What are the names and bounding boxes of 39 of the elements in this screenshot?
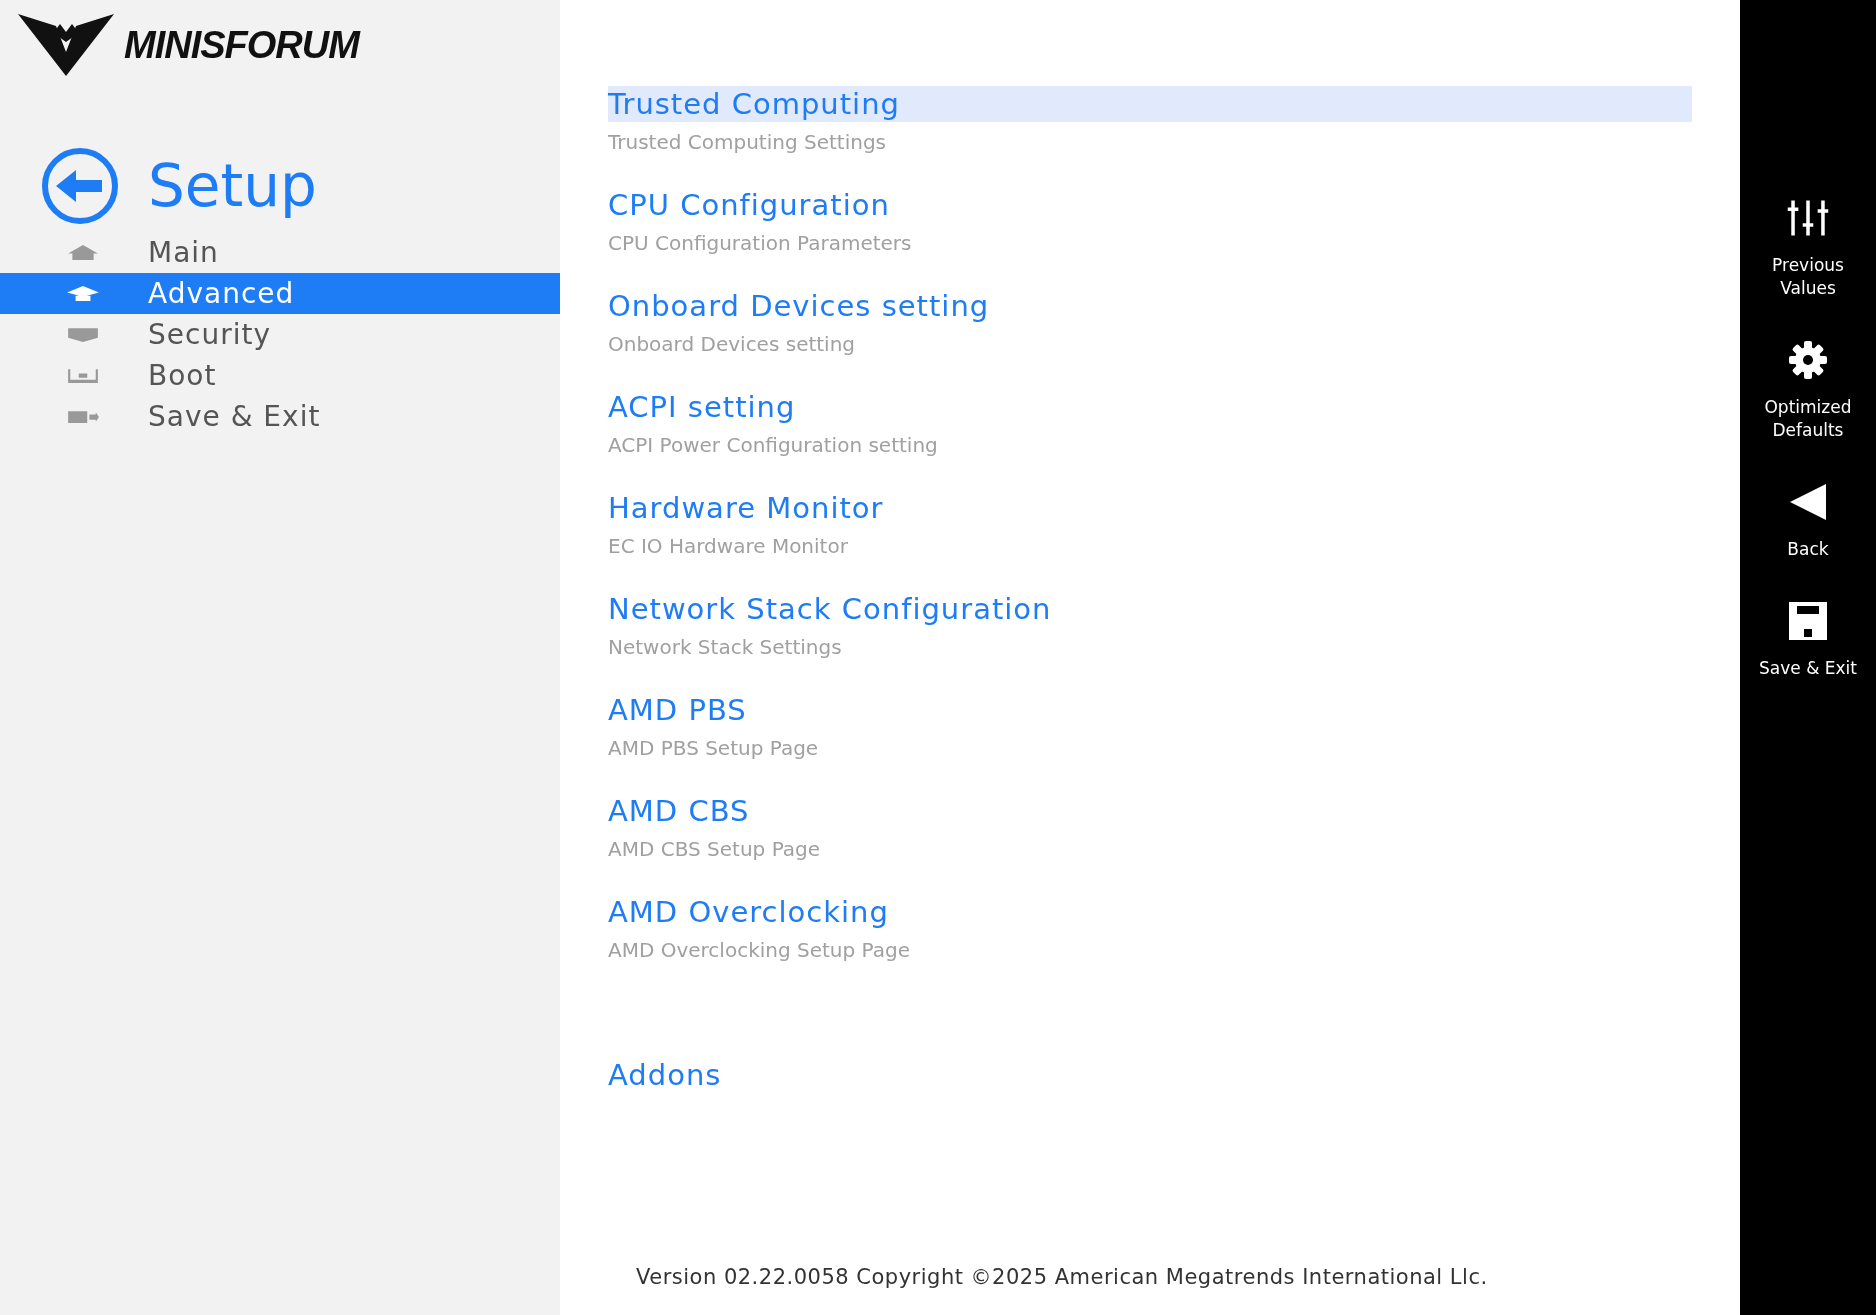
- menu-item[interactable]: ACPI setting: [608, 389, 1692, 425]
- logo-wordmark: MINISFORUM: [124, 23, 359, 67]
- menu-item[interactable]: Trusted Computing: [608, 86, 1692, 122]
- menu-item-description: Onboard Devices setting: [608, 332, 857, 356]
- menu-item-description: EC IO Hardware Monitor: [608, 534, 849, 558]
- sidebar-item[interactable]: Advanced: [0, 273, 560, 314]
- action-button[interactable]: Previous Values: [1743, 198, 1873, 300]
- action-button[interactable]: Optimized Defaults: [1743, 340, 1873, 442]
- sidebar-item[interactable]: Security: [0, 314, 560, 355]
- monitor-icon: [66, 367, 100, 384]
- sliders-icon: [1786, 198, 1830, 238]
- shield-icon: [66, 326, 100, 343]
- exit-icon: [66, 408, 100, 425]
- logo-icon: [16, 12, 116, 78]
- action-button[interactable]: Save & Exit: [1743, 601, 1873, 680]
- menu-item-description: CPU Configuration Parameters: [608, 231, 913, 255]
- menu-item-description: Network Stack Settings: [608, 635, 843, 659]
- action-button[interactable]: Back: [1743, 482, 1873, 561]
- version-text: Version 02.22.0058 Copyright ©2025 American Megatrends International Llc.: [635, 1265, 1489, 1289]
- menu-item[interactable]: Addons: [608, 1057, 1692, 1093]
- menu-item[interactable]: Hardware Monitor: [608, 490, 1692, 526]
- menu-item-description: AMD Overclocking Setup Page: [608, 938, 911, 962]
- sidebar-item[interactable]: Save & Exit: [0, 396, 560, 437]
- sidebar-item[interactable]: Boot: [0, 355, 560, 396]
- graduation-cap-icon: [66, 285, 100, 302]
- menu-item-description: AMD CBS Setup Page: [608, 837, 822, 861]
- menu-item[interactable]: AMD PBS: [608, 692, 1692, 728]
- setup-title: Setup: [148, 152, 317, 220]
- menu-item[interactable]: AMD Overclocking: [608, 894, 1692, 930]
- menu-item-description: Trusted Computing Settings: [608, 130, 887, 154]
- sidebar-item[interactable]: Main: [0, 232, 560, 273]
- menu-item[interactable]: Onboard Devices setting: [608, 288, 1692, 324]
- menu-item-description: ACPI Power Configuration setting: [608, 433, 939, 457]
- menu-item[interactable]: AMD CBS: [608, 793, 1692, 829]
- house-icon: [66, 244, 100, 261]
- settings-icon: [1786, 340, 1830, 380]
- menu-item[interactable]: Network Stack Configuration: [608, 591, 1692, 627]
- menu-item-description: AMD PBS Setup Page: [608, 736, 820, 760]
- menu-item[interactable]: CPU Configuration: [608, 187, 1692, 223]
